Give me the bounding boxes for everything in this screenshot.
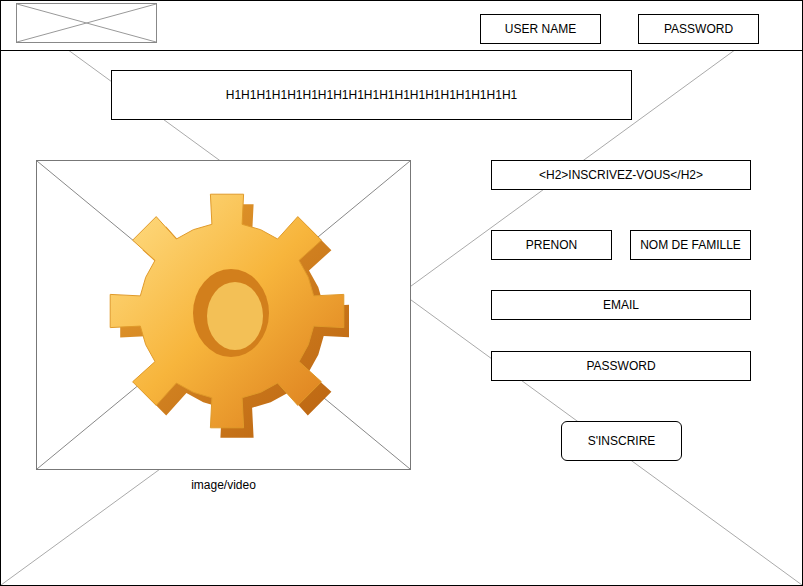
form-field[interactable]: EMAIL [491,290,751,320]
form-row: PRENON NOM DE FAMILLE [491,230,751,260]
submit-button[interactable]: S'INSCRIRE [561,421,682,461]
signup-heading: <H2>INSCRIVEZ-VOUS</H2> [491,160,751,190]
page-title: H1H1H1H1H1H1H1H1H1H1H1H1H1H1H1H1H1H1H1 [111,70,632,120]
form-field[interactable]: NOM DE FAMILLE [630,230,751,260]
login-fields: USER NAME PASSWORD [480,14,759,44]
logo-icon [17,4,156,42]
logo-placeholder[interactable] [16,3,157,43]
main: H1H1H1H1H1H1H1H1H1H1H1H1H1H1H1H1H1H1H1 im… [1,51,802,492]
header: USER NAME PASSWORD [1,1,802,51]
media-caption: image/video [191,478,256,492]
media: image/video [36,160,411,492]
form-field[interactable]: PASSWORD [491,351,751,381]
gear-icon [109,183,349,443]
form-row: EMAIL [491,290,751,320]
form-row: PASSWORD [491,351,751,381]
media-placeholder[interactable] [36,160,411,470]
signup-form: <H2>INSCRIVEZ-VOUS</H2> PRENON NOM DE FAMI… [491,160,751,492]
page: USER NAMEPASSWORDH1H1H1H1H1H1H1H1H1H1H1H… [0,0,803,586]
login-field[interactable]: USER NAME [480,14,601,44]
form-field[interactable]: PRENON [491,230,612,260]
login-field[interactable]: PASSWORD [638,14,759,44]
